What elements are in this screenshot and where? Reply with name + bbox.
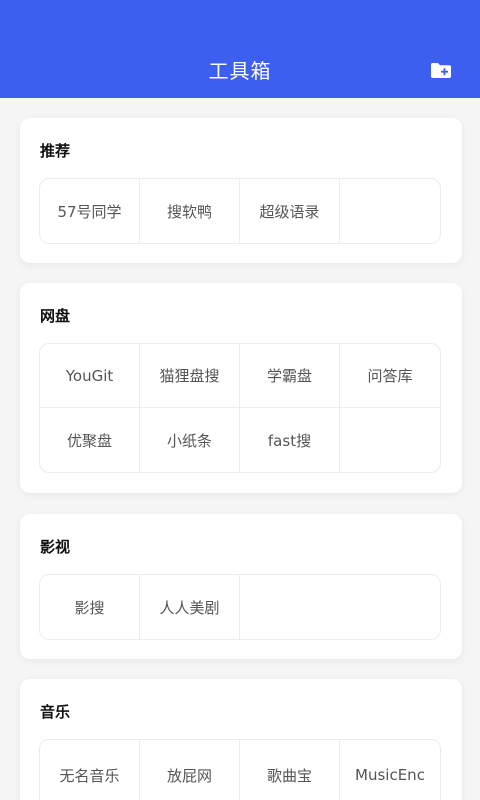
tool-item[interactable]: 小纸条 (140, 408, 240, 472)
tool-grid: 影搜 人人美剧 (39, 574, 441, 640)
tool-item[interactable]: fast搜 (240, 408, 340, 472)
tool-sections: 推荐 57号同学 搜软鸭 超级语录 网盘 YouGit 猫狸盘搜 学霸盘 问答库… (0, 98, 480, 800)
tool-item[interactable]: YouGit (40, 344, 140, 408)
section-title: 网盘 (40, 307, 71, 325)
tool-item[interactable]: 超级语录 (240, 179, 340, 243)
empty-slot (340, 179, 440, 243)
tool-item[interactable]: 问答库 (340, 344, 440, 408)
tool-item[interactable]: MusicEnc (340, 740, 440, 800)
tool-item[interactable]: 影搜 (40, 575, 140, 639)
tool-item[interactable]: 人人美剧 (140, 575, 240, 639)
tool-item[interactable]: 57号同学 (40, 179, 140, 243)
section-netdisk: 网盘 YouGit 猫狸盘搜 学霸盘 问答库 优聚盘 小纸条 fast搜 (20, 283, 462, 493)
tool-item[interactable]: 歌曲宝 (240, 740, 340, 800)
section-recommended: 推荐 57号同学 搜软鸭 超级语录 (20, 118, 462, 263)
tool-item[interactable]: 优聚盘 (40, 408, 140, 472)
app-bar: 工具箱 (0, 0, 480, 98)
section-title: 推荐 (40, 142, 71, 160)
tool-item[interactable]: 学霸盘 (240, 344, 340, 408)
section-title: 音乐 (40, 703, 71, 721)
tool-item[interactable]: 搜软鸭 (140, 179, 240, 243)
tool-item[interactable]: 放屁网 (140, 740, 240, 800)
page-title: 工具箱 (208, 59, 272, 83)
section-title: 影视 (40, 538, 71, 556)
tool-item[interactable]: 猫狸盘搜 (140, 344, 240, 408)
tool-item[interactable]: 无名音乐 (40, 740, 140, 800)
folder-add-button[interactable] (429, 58, 453, 82)
tool-grid: 无名音乐 放屁网 歌曲宝 MusicEnc (39, 739, 441, 800)
tool-grid: YouGit 猫狸盘搜 学霸盘 问答库 优聚盘 小纸条 fast搜 (39, 343, 441, 473)
folder-add-icon (431, 63, 451, 78)
section-video: 影视 影搜 人人美剧 (20, 514, 462, 659)
tool-grid: 57号同学 搜软鸭 超级语录 (39, 178, 441, 244)
empty-slot (340, 408, 440, 472)
section-music: 音乐 无名音乐 放屁网 歌曲宝 MusicEnc (20, 679, 462, 800)
